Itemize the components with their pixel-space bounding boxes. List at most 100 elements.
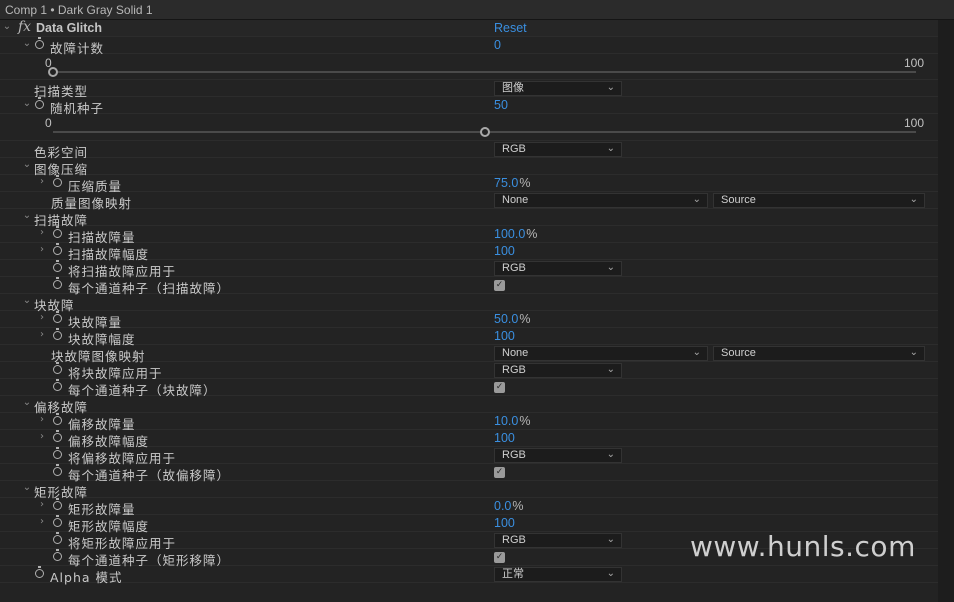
property-value[interactable]: 100 bbox=[494, 329, 515, 343]
dropdown[interactable]: Source ⌄ bbox=[713, 346, 925, 361]
property-value[interactable]: 75.0% bbox=[494, 176, 530, 190]
stopwatch-icon[interactable] bbox=[35, 566, 44, 578]
checkbox[interactable]: ✓ bbox=[494, 280, 505, 291]
property-value[interactable]: 100.0% bbox=[494, 227, 537, 241]
chevron-right-icon[interactable]: › bbox=[37, 516, 47, 527]
stopwatch-icon[interactable] bbox=[53, 464, 62, 476]
chevron-right-icon[interactable]: › bbox=[37, 499, 47, 510]
stopwatch-icon[interactable] bbox=[53, 549, 62, 561]
stopwatch-icon[interactable] bbox=[53, 532, 62, 544]
value-number[interactable]: 100 bbox=[494, 516, 515, 530]
property-value[interactable]: 0 bbox=[494, 38, 501, 52]
chevron-right-icon[interactable]: › bbox=[37, 227, 47, 238]
dropdown[interactable]: RGB ⌄ bbox=[494, 142, 622, 157]
chevron-down-icon[interactable]: ⌄ bbox=[22, 482, 32, 493]
stopwatch-icon[interactable] bbox=[53, 430, 62, 442]
value-number[interactable]: 0.0 bbox=[494, 499, 511, 513]
value-number[interactable]: 100 bbox=[494, 329, 515, 343]
property-row[interactable]: ⌄ 矩形故障 bbox=[0, 481, 938, 500]
property-value[interactable]: 50 bbox=[494, 98, 508, 112]
reset-button[interactable]: Reset bbox=[494, 21, 527, 35]
property-row: 将扫描故障应用于 RGB ⌄ bbox=[0, 260, 938, 279]
dropdown[interactable]: None ⌄ bbox=[494, 193, 708, 208]
stopwatch-icon[interactable] bbox=[53, 447, 62, 459]
slider-thumb[interactable] bbox=[48, 67, 58, 77]
chevron-down-icon[interactable]: ⌄ bbox=[22, 210, 32, 221]
property-row[interactable]: ⌄ 图像压缩 bbox=[0, 158, 938, 177]
checkbox[interactable]: ✓ bbox=[494, 467, 505, 478]
stopwatch-icon[interactable] bbox=[53, 175, 62, 187]
chevron-down-icon: ⌄ bbox=[909, 194, 918, 205]
stopwatch-icon[interactable] bbox=[53, 277, 62, 289]
slider-thumb[interactable] bbox=[479, 127, 490, 137]
panel-header: Comp 1 • Dark Gray Solid 1 bbox=[0, 0, 954, 20]
stopwatch-icon[interactable] bbox=[53, 362, 62, 374]
stopwatch-icon[interactable] bbox=[53, 260, 62, 272]
dropdown[interactable]: RGB ⌄ bbox=[494, 363, 622, 378]
stopwatch-icon[interactable] bbox=[35, 97, 44, 109]
value-number[interactable]: 50 bbox=[494, 98, 508, 112]
property-row: 扫描类型 图像 ⌄ bbox=[0, 80, 938, 99]
chevron-down-icon[interactable]: ⌄ bbox=[22, 38, 32, 49]
chevron-down-icon[interactable]: ⌄ bbox=[22, 397, 32, 408]
property-value[interactable]: 50.0% bbox=[494, 312, 530, 326]
value-unit: % bbox=[519, 312, 531, 326]
property-row: 每个通道种子（块故障） ✓ bbox=[0, 379, 938, 398]
property-row: 将块故障应用于 RGB ⌄ bbox=[0, 362, 938, 381]
stopwatch-icon[interactable] bbox=[53, 243, 62, 255]
checkbox[interactable]: ✓ bbox=[494, 382, 505, 393]
dropdown[interactable]: Source ⌄ bbox=[713, 193, 925, 208]
chevron-right-icon[interactable]: › bbox=[37, 329, 47, 340]
chevron-down-icon[interactable]: ⌄ bbox=[22, 98, 32, 109]
fx-icon[interactable]: fx bbox=[18, 19, 31, 35]
dropdown-value: Source bbox=[721, 194, 756, 206]
stopwatch-icon[interactable] bbox=[53, 515, 62, 527]
value-number[interactable]: 50.0 bbox=[494, 312, 518, 326]
property-row[interactable]: ⌄ 块故障 bbox=[0, 294, 938, 313]
property-row: › 块故障量 50.0% bbox=[0, 311, 938, 330]
property-value[interactable]: 100 bbox=[494, 244, 515, 258]
chevron-right-icon[interactable]: › bbox=[37, 431, 47, 442]
property-row[interactable]: ⌄ 扫描故障 bbox=[0, 209, 938, 228]
dropdown[interactable]: None ⌄ bbox=[494, 346, 708, 361]
stopwatch-icon[interactable] bbox=[35, 37, 44, 49]
chevron-down-icon[interactable]: ⌄ bbox=[22, 295, 32, 306]
dropdown[interactable]: RGB ⌄ bbox=[494, 533, 622, 548]
value-number[interactable]: 100 bbox=[494, 431, 515, 445]
checkbox[interactable]: ✓ bbox=[494, 552, 505, 563]
value-number[interactable]: 0 bbox=[494, 38, 501, 52]
value-unit: % bbox=[519, 176, 531, 190]
value-number[interactable]: 75.0 bbox=[494, 176, 518, 190]
value-number[interactable]: 100.0 bbox=[494, 227, 525, 241]
chevron-right-icon[interactable]: › bbox=[37, 244, 47, 255]
stopwatch-icon[interactable] bbox=[53, 413, 62, 425]
value-number[interactable]: 100 bbox=[494, 244, 515, 258]
chevron-down-icon[interactable]: ⌄ bbox=[2, 21, 12, 32]
dropdown-value: 正常 bbox=[502, 568, 524, 580]
dropdown[interactable]: RGB ⌄ bbox=[494, 448, 622, 463]
stopwatch-icon[interactable] bbox=[53, 328, 62, 340]
chevron-right-icon[interactable]: › bbox=[37, 312, 47, 323]
chevron-down-icon[interactable]: ⌄ bbox=[22, 159, 32, 170]
dropdown[interactable]: 图像 ⌄ bbox=[494, 81, 622, 96]
chevron-right-icon[interactable]: › bbox=[37, 176, 47, 187]
scrollbar[interactable] bbox=[938, 20, 954, 602]
stopwatch-icon[interactable] bbox=[53, 498, 62, 510]
value-number[interactable]: 10.0 bbox=[494, 414, 518, 428]
dropdown-value: RGB bbox=[502, 534, 526, 546]
property-value[interactable]: 100 bbox=[494, 431, 515, 445]
dropdown[interactable]: RGB ⌄ bbox=[494, 261, 622, 276]
slider-track[interactable] bbox=[53, 71, 916, 73]
dropdown[interactable]: 正常 ⌄ bbox=[494, 567, 622, 582]
property-value[interactable]: 10.0% bbox=[494, 414, 530, 428]
effect-header-row[interactable]: ⌄ fx Data Glitch Reset bbox=[0, 19, 938, 37]
stopwatch-icon[interactable] bbox=[53, 379, 62, 391]
stopwatch-icon[interactable] bbox=[53, 311, 62, 323]
property-value[interactable]: 0.0% bbox=[494, 499, 524, 513]
chevron-right-icon[interactable]: › bbox=[37, 414, 47, 425]
chevron-down-icon: ⌄ bbox=[606, 534, 615, 545]
property-value[interactable]: 100 bbox=[494, 516, 515, 530]
property-row[interactable]: ⌄ 偏移故障 bbox=[0, 396, 938, 415]
stopwatch-icon[interactable] bbox=[53, 226, 62, 238]
chevron-down-icon: ⌄ bbox=[606, 568, 615, 579]
